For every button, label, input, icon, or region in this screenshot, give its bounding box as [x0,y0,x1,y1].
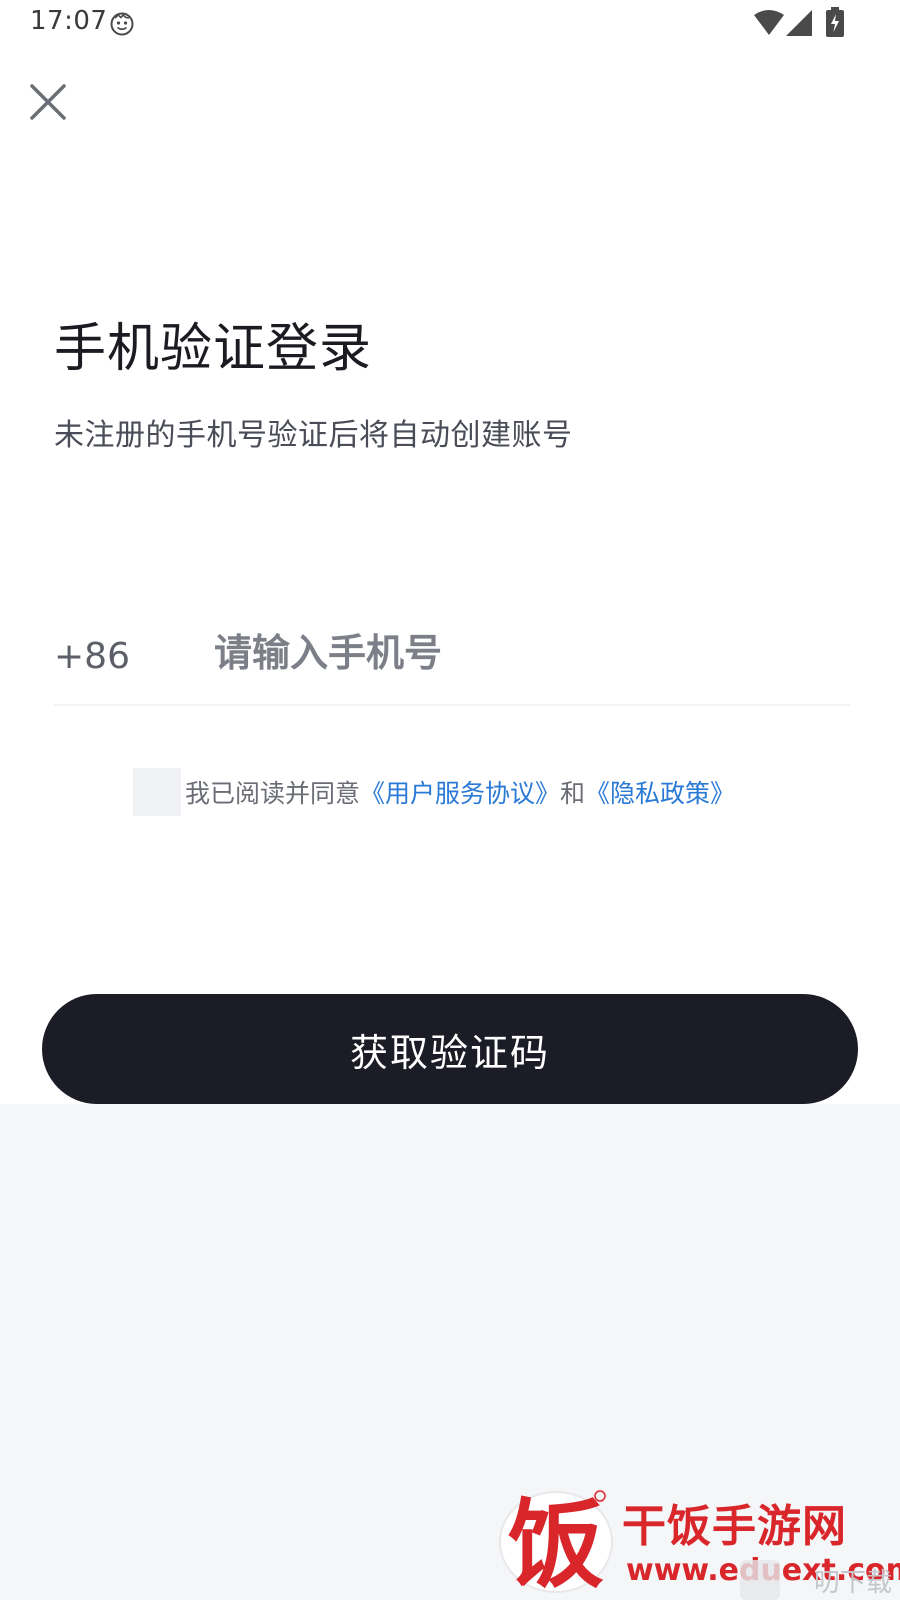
phone-input-row: +86 [54,610,850,706]
agreement-prefix: 我已阅读并同意 [185,779,361,808]
close-button[interactable] [24,78,72,126]
watermark-logo: 饭 [499,1489,613,1596]
user-agreement-link[interactable]: 《用户服务协议》 [360,774,560,810]
face-icon [110,12,134,36]
watermark-brand: 干饭手游网 [622,1501,847,1552]
country-code-selector[interactable]: +86 [54,636,130,677]
login-screen: 17:07 手机验证登录 未注册的手机号验证后将自动创建账号 +86 请输入手机… [0,0,900,1600]
close-icon [30,84,66,120]
phone-input[interactable] [214,620,834,686]
agreement-row: 我已阅读并同意 《用户服务协议》 和 《隐私政策》 [133,768,735,816]
svg-text:饭: 饭 [508,1489,604,1596]
page-title: 手机验证登录 [54,319,373,379]
agreement-conjunction: 和 [560,779,586,808]
agreement-checkbox[interactable] [133,768,181,816]
battery-charging-icon [826,7,844,37]
signal-icon [786,10,812,36]
watermark-badge-icon [740,1560,780,1600]
status-time: 17:07 [30,6,108,36]
get-code-button[interactable]: 获取验证码 [42,994,858,1104]
privacy-policy-link[interactable]: 《隐私政策》 [585,774,735,810]
page-subtitle: 未注册的手机号验证后将自动创建账号 [54,418,573,453]
wifi-icon [754,10,784,35]
get-code-button-label: 获取验证码 [349,1032,550,1075]
status-bar: 17:07 [0,0,900,48]
watermark-faint-text: 叨下载 [814,1568,893,1598]
